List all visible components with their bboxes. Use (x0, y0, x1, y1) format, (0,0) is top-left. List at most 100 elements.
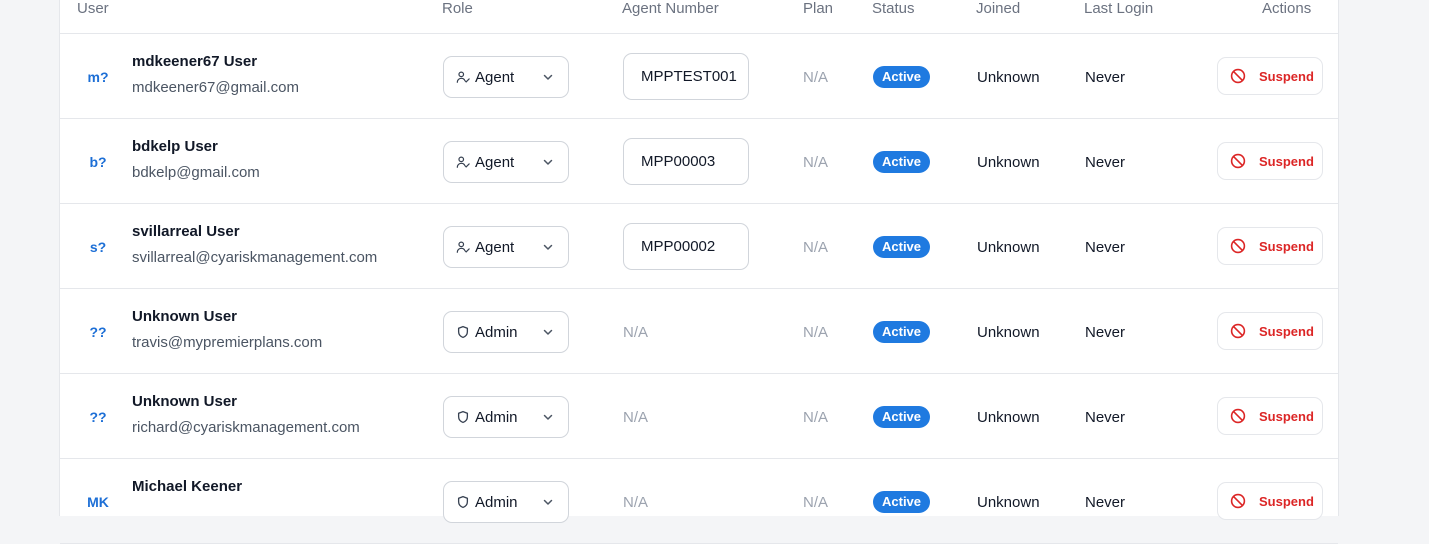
chevron-down-icon (542, 155, 554, 167)
shield-icon (456, 410, 470, 424)
table-row: s? svillarreal User svillarreal@cyariskman… (60, 204, 1338, 289)
chevron-down-icon (542, 410, 554, 422)
ban-icon (1230, 493, 1246, 509)
role-select-value: Agent (475, 238, 515, 256)
column-header-joined[interactable]: Joined (976, 0, 1020, 17)
column-header-actions: Actions (1262, 0, 1312, 17)
user-email: travis@mypremierplans.com (132, 334, 323, 351)
shield-icon (456, 495, 470, 509)
column-header-role[interactable]: Role (442, 0, 473, 17)
role-select[interactable]: Agent (443, 56, 569, 98)
column-header-plan[interactable]: Plan (803, 0, 833, 17)
ban-icon (1230, 323, 1246, 339)
last-login-value: Never (1085, 154, 1126, 171)
role-select[interactable]: Agent (443, 226, 569, 268)
status-badge: Active (873, 491, 931, 513)
user-check-icon (456, 70, 470, 84)
role-select-value: Admin (475, 493, 518, 511)
column-header-last-login[interactable]: Last Login (1084, 0, 1153, 17)
table-header: User Role Agent Number Plan Status Joine… (60, 0, 1338, 34)
column-header-status[interactable]: Status (872, 0, 915, 17)
status-badge: Active (873, 151, 931, 173)
joined-value: Unknown (977, 409, 1040, 426)
plan-value: N/A (803, 409, 829, 426)
agent-number-field[interactable]: MPPTEST001 (623, 53, 749, 100)
suspend-label: Suspend (1259, 323, 1314, 339)
user-check-icon (456, 240, 470, 254)
status-badge: Active (873, 321, 931, 343)
user-name: svillarreal User (132, 223, 240, 240)
status-badge: Active (873, 66, 931, 88)
role-select[interactable]: Admin (443, 311, 569, 353)
avatar: MK (87, 494, 109, 510)
avatar: ?? (89, 409, 107, 425)
ban-icon (1230, 238, 1246, 254)
avatar: s? (89, 239, 107, 255)
suspend-button[interactable]: Suspend (1217, 142, 1323, 180)
role-select-value: Admin (475, 323, 518, 341)
last-login-value: Never (1085, 324, 1126, 341)
table-row: MK Michael Keener Admin N/A N/A Active Unknown… (60, 459, 1338, 544)
table-row: ?? Unknown User travis@mypremierplans.com A… (60, 289, 1338, 374)
avatar: ?? (89, 324, 107, 340)
suspend-button[interactable]: Suspend (1217, 227, 1323, 265)
column-header-agent-number[interactable]: Agent Number (622, 0, 719, 17)
suspend-label: Suspend (1259, 493, 1314, 509)
agent-number-value: MPP00003 (641, 153, 716, 170)
column-header-user[interactable]: User (77, 0, 109, 17)
user-name: Unknown User (132, 393, 238, 410)
role-select-value: Admin (475, 408, 518, 426)
suspend-label: Suspend (1259, 68, 1314, 84)
chevron-down-icon (542, 495, 554, 507)
shield-icon (456, 325, 470, 339)
agent-number-value: N/A (623, 409, 649, 426)
joined-value: Unknown (977, 494, 1040, 511)
joined-value: Unknown (977, 239, 1040, 256)
agent-number-value: N/A (623, 494, 649, 511)
suspend-label: Suspend (1259, 153, 1314, 169)
role-select-value: Agent (475, 153, 515, 171)
user-name: Unknown User (132, 308, 238, 325)
last-login-value: Never (1085, 409, 1126, 426)
suspend-button[interactable]: Suspend (1217, 57, 1323, 95)
chevron-down-icon (542, 325, 554, 337)
plan-value: N/A (803, 154, 829, 171)
status-badge: Active (873, 406, 931, 428)
status-badge: Active (873, 236, 931, 258)
ban-icon (1230, 153, 1246, 169)
role-select[interactable]: Agent (443, 141, 569, 183)
role-select-value: Agent (475, 68, 515, 86)
role-select[interactable]: Admin (443, 481, 569, 523)
ban-icon (1230, 68, 1246, 84)
suspend-button[interactable]: Suspend (1217, 397, 1323, 435)
plan-value: N/A (803, 324, 829, 341)
chevron-down-icon (542, 240, 554, 252)
agent-number-field[interactable]: MPP00003 (623, 138, 749, 185)
chevron-down-icon (542, 70, 554, 82)
plan-value: N/A (803, 239, 829, 256)
user-email: bdkelp@gmail.com (132, 164, 260, 181)
last-login-value: Never (1085, 494, 1126, 511)
avatar: b? (89, 154, 107, 170)
last-login-value: Never (1085, 239, 1126, 256)
agent-number-value: N/A (623, 324, 649, 341)
joined-value: Unknown (977, 324, 1040, 341)
suspend-button[interactable]: Suspend (1217, 482, 1323, 520)
ban-icon (1230, 408, 1246, 424)
avatar: m? (87, 69, 109, 85)
table-row: m? mdkeener67 User mdkeener67@gmail.com Age… (60, 34, 1338, 119)
joined-value: Unknown (977, 69, 1040, 86)
suspend-label: Suspend (1259, 408, 1314, 424)
user-email: svillarreal@cyariskmanagement.com (132, 249, 378, 266)
plan-value: N/A (803, 69, 829, 86)
table-row: b? bdkelp User bdkelp@gmail.com Agent MPP000… (60, 119, 1338, 204)
joined-value: Unknown (977, 154, 1040, 171)
agent-number-field[interactable]: MPP00002 (623, 223, 749, 270)
suspend-button[interactable]: Suspend (1217, 312, 1323, 350)
users-table: User Role Agent Number Plan Status Joine… (59, 0, 1339, 544)
user-name: Michael Keener (132, 478, 243, 495)
user-name: mdkeener67 User (132, 53, 258, 70)
last-login-value: Never (1085, 69, 1126, 86)
agent-number-value: MPP00002 (641, 238, 716, 255)
role-select[interactable]: Admin (443, 396, 569, 438)
